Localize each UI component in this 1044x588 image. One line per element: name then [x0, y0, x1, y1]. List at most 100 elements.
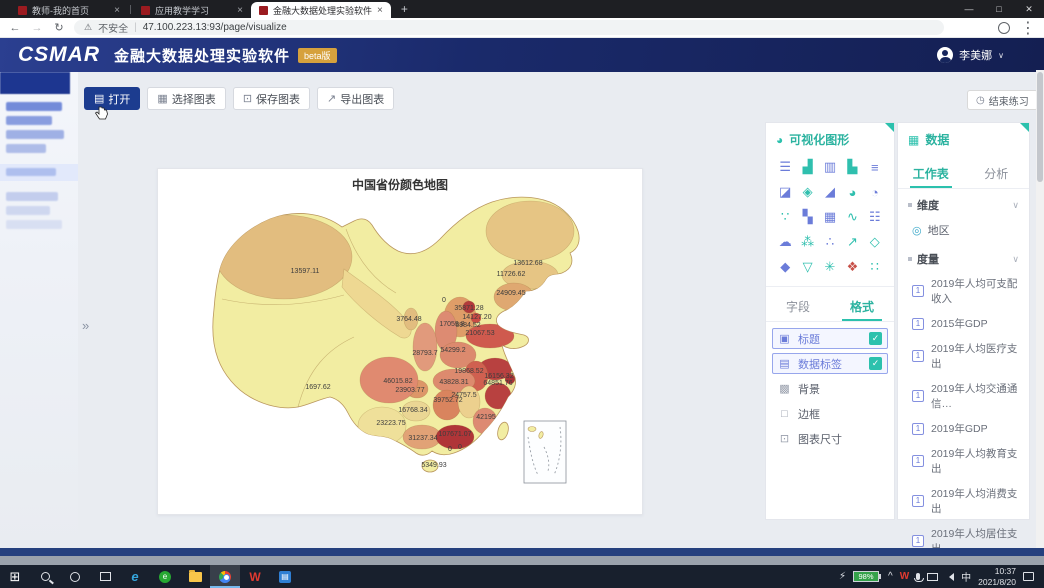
export-chart-button[interactable]: ↗ 导出图表	[317, 87, 394, 110]
sidebar-item[interactable]	[6, 116, 52, 125]
funnel-chart-icon[interactable]: ▽	[798, 258, 818, 276]
diamond-scatter-chart-icon[interactable]: ◈	[798, 183, 818, 201]
scatter-matrix-chart-icon[interactable]: ∷	[865, 258, 885, 276]
line-chart-icon[interactable]: ∿	[842, 208, 862, 226]
histogram-chart-icon[interactable]: ▙	[842, 158, 862, 176]
browser-menu-icon[interactable]: ⋮	[1020, 18, 1036, 38]
measure-item[interactable]: 12019年人均医疗支出	[898, 336, 1029, 376]
search-icon[interactable]	[30, 565, 60, 588]
pie-chart-icon[interactable]: ◕	[842, 183, 862, 201]
browser-tab[interactable]: 应用教学学习×	[133, 2, 251, 18]
checkbox-checked[interactable]: ✓	[869, 332, 882, 345]
format-option-row[interactable]: □边框	[772, 403, 888, 424]
measure-item[interactable]: 12019年人均消费支出	[898, 481, 1029, 521]
sidebar-item[interactable]	[6, 130, 64, 139]
bar-chart-icon[interactable]: ▟	[798, 158, 818, 176]
reload-icon[interactable]: ↻	[52, 21, 66, 34]
measure-item[interactable]: 12019年人均教育支出	[898, 441, 1029, 481]
open-button[interactable]: ▤ 打开	[84, 87, 140, 110]
display-network-icon[interactable]	[927, 573, 938, 581]
docs-app-icon[interactable]: ▤	[270, 565, 300, 588]
horizontal-bar-chart-icon[interactable]: ≡	[865, 158, 885, 176]
china-map-chart-icon[interactable]: ❖	[842, 258, 862, 276]
microphone-icon[interactable]	[916, 573, 920, 580]
tab-fields[interactable]: 字段	[766, 291, 830, 321]
start-button[interactable]: ⊞	[0, 565, 30, 588]
edge-icon[interactable]: e	[120, 565, 150, 588]
rose-chart-icon[interactable]: ✳	[820, 258, 840, 276]
measure-item[interactable]: 12019年GDP	[898, 416, 1029, 441]
back-icon[interactable]: ←	[8, 22, 22, 34]
address-bar[interactable]: ⚠ 不安全 | 47.100.223.13:93/page/visualize	[74, 20, 944, 35]
file-explorer-icon[interactable]	[180, 565, 210, 588]
radar-chart-icon[interactable]: ◇	[865, 233, 885, 251]
measure-item[interactable]: 12019年人均交通通信…	[898, 376, 1029, 416]
china-choropleth-map[interactable]: 13597.111697.6213612.6811726.6224909.450…	[158, 169, 642, 514]
word-cloud-chart-icon[interactable]: ☁	[775, 233, 795, 251]
notification-center-icon[interactable]	[1023, 572, 1034, 581]
sidebar-item[interactable]	[6, 206, 50, 215]
measure-item[interactable]: 12019年人均可支配收入	[898, 271, 1029, 311]
sidebar-item[interactable]	[6, 102, 62, 111]
browser-360-icon[interactable]: e	[150, 565, 180, 588]
forward-icon[interactable]: →	[30, 22, 44, 34]
format-option-row[interactable]: ⊡图表尺寸	[772, 428, 888, 449]
select-chart-button[interactable]: ▦ 选择图表	[147, 87, 225, 110]
polygon-chart-icon[interactable]: ◆	[775, 258, 795, 276]
dimension-item-region[interactable]: ◎ 地区	[898, 217, 1029, 243]
format-option-checked[interactable]: ▤数据标签✓	[772, 353, 888, 374]
sidebar-item[interactable]	[6, 144, 46, 153]
box-plot-chart-icon[interactable]: ☷	[865, 208, 885, 226]
close-button[interactable]: ✕	[1014, 0, 1044, 18]
dimensions-section-header[interactable]: 维度 ∨	[898, 189, 1029, 217]
column-chart-icon[interactable]: ▥	[820, 158, 840, 176]
format-option-checked[interactable]: ▣标题✓	[772, 328, 888, 349]
panel-fold-icon[interactable]	[1020, 123, 1029, 132]
tray-expand-icon[interactable]: ^	[888, 571, 893, 582]
wps-tray-icon[interactable]: W	[900, 571, 909, 582]
sidebar-item[interactable]	[6, 220, 62, 229]
measure-item[interactable]: 12015年GDP	[898, 311, 1029, 336]
wps-icon[interactable]: W	[240, 565, 270, 588]
sidebar-item[interactable]	[0, 72, 70, 94]
network-chart-icon[interactable]: ∴	[820, 233, 840, 251]
tab-format[interactable]: 格式	[830, 291, 894, 321]
sidebar-item[interactable]	[6, 192, 58, 201]
chrome-icon[interactable]	[210, 565, 240, 588]
grid-heatmap-chart-icon[interactable]: ▦	[820, 208, 840, 226]
dot-plot-chart-icon[interactable]: ∵	[775, 208, 795, 226]
save-chart-button[interactable]: ⊡ 保存图表	[233, 87, 310, 110]
combo-chart-icon[interactable]: ◪	[775, 183, 795, 201]
tab-analysis[interactable]: 分析	[964, 158, 1030, 188]
browser-tab[interactable]: 教师-我的首页×	[10, 2, 128, 18]
minimize-button[interactable]: —	[954, 0, 984, 18]
battery-indicator[interactable]: 98%	[853, 571, 881, 582]
maximize-button[interactable]: □	[984, 0, 1014, 18]
tab-close-icon[interactable]: ×	[377, 5, 383, 16]
sidebar-expander-icon[interactable]: »	[82, 318, 89, 333]
donut-chart-icon[interactable]: ◔	[865, 183, 885, 201]
treemap-chart-icon[interactable]: ▚	[798, 208, 818, 226]
task-view-icon[interactable]	[90, 565, 120, 588]
tab-close-icon[interactable]: ×	[237, 5, 243, 16]
scrollbar-thumb[interactable]	[1037, 72, 1043, 182]
area-chart-icon[interactable]: ◢	[820, 183, 840, 201]
cortana-icon[interactable]	[60, 565, 90, 588]
text-table-chart-icon[interactable]: ☰	[775, 158, 795, 176]
tab-worksheet[interactable]: 工作表	[898, 158, 964, 188]
end-practice-button[interactable]: ◷ 结束练习	[967, 90, 1038, 110]
clock-date[interactable]: 10:37 2021/8/20	[978, 566, 1016, 587]
sidebar-item-active[interactable]	[0, 164, 78, 181]
format-option-row[interactable]: ▩背景	[772, 378, 888, 399]
scatter-trend-chart-icon[interactable]: ↗	[842, 233, 862, 251]
vertical-scrollbar[interactable]	[1036, 70, 1044, 548]
ime-indicator[interactable]: 中	[961, 569, 971, 584]
panel-fold-icon[interactable]	[885, 123, 894, 132]
bubble-chart-icon[interactable]: ⁂	[798, 233, 818, 251]
browser-tab[interactable]: 金融大数据处理实验软件×	[251, 2, 391, 18]
speaker-icon[interactable]	[945, 573, 954, 581]
browser-profile-icon[interactable]	[998, 22, 1010, 34]
measures-section-header[interactable]: 度量 ∨	[898, 243, 1029, 271]
user-menu[interactable]: 李美娜 ∨	[937, 47, 1004, 63]
checkbox-checked[interactable]: ✓	[869, 357, 882, 370]
